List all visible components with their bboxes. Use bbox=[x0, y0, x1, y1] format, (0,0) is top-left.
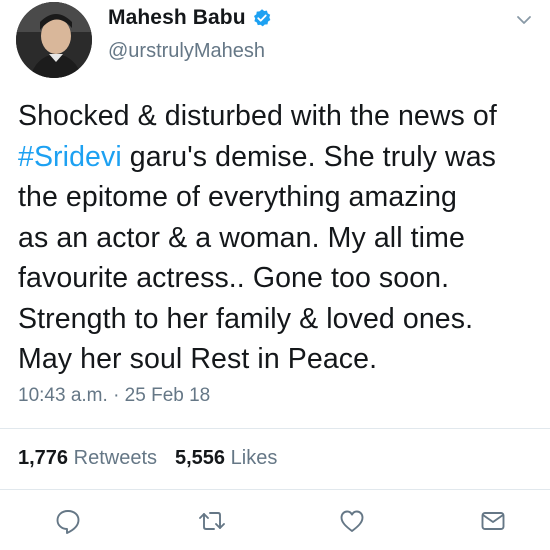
tweet-text-segment: May her soul Rest in Peace. bbox=[18, 343, 378, 375]
tweet-text-line: as an actor & a woman. My all time bbox=[18, 218, 548, 259]
divider bbox=[0, 489, 550, 490]
tweet-text-segment: Shocked & disturbed with the news of bbox=[18, 100, 497, 132]
timestamp-separator: · bbox=[113, 385, 120, 406]
user-handle[interactable]: @urstrulyMahesh bbox=[108, 40, 265, 63]
likes-count: 5,556 bbox=[175, 447, 226, 469]
retweets-label: Retweets bbox=[73, 447, 157, 469]
retweets-stat[interactable]: 1,776 Retweets bbox=[18, 447, 157, 470]
tweet-text-segment: favourite actress.. Gone too soon. bbox=[18, 262, 450, 294]
tweet-actions bbox=[0, 505, 550, 541]
tweet-card: Mahesh Babu @urstrulyMahesh Shocked & di… bbox=[0, 0, 550, 550]
tweet-text-segment: Strength to her family & loved ones. bbox=[18, 302, 474, 335]
likes-stat[interactable]: 5,556 Likes bbox=[175, 447, 277, 470]
tweet-text-line: Strength to her family & loved ones. bbox=[18, 299, 548, 340]
direct-message-icon[interactable] bbox=[477, 505, 509, 537]
name-row: Mahesh Babu bbox=[108, 6, 272, 30]
verified-badge-icon bbox=[252, 8, 272, 28]
tweet-text-segment: garu's demise. She truly was bbox=[121, 140, 497, 173]
reply-icon[interactable] bbox=[52, 505, 84, 537]
tweet-text-line: May her soul Rest in Peace. bbox=[18, 339, 548, 380]
tweet-timestamp[interactable]: 10:43 a.m. · 25 Feb 18 bbox=[18, 385, 210, 407]
avatar[interactable] bbox=[16, 2, 92, 78]
tweet-date: 25 Feb 18 bbox=[124, 385, 211, 406]
tweet-stats: 1,776 Retweets 5,556 Likes bbox=[18, 447, 277, 470]
display-name[interactable]: Mahesh Babu bbox=[108, 6, 246, 30]
chevron-down-icon[interactable] bbox=[514, 10, 534, 30]
retweets-count: 1,776 bbox=[18, 447, 69, 469]
tweet-text-segment: as an actor & a woman. My all time bbox=[18, 221, 465, 254]
tweet-text-line: favourite actress.. Gone too soon. bbox=[18, 258, 548, 299]
tweet-text-segment: the epitome of everything amazing bbox=[18, 181, 457, 213]
likes-label: Likes bbox=[230, 447, 278, 469]
tweet-time: 10:43 a.m. bbox=[18, 385, 108, 406]
divider bbox=[0, 428, 550, 429]
tweet-text-line: Shocked & disturbed with the news of bbox=[18, 96, 548, 137]
retweet-icon[interactable] bbox=[196, 505, 228, 537]
tweet-text: Shocked & disturbed with the news of #Sr… bbox=[18, 96, 548, 380]
tweet-text-line: #Sridevi garu's demise. She truly was bbox=[18, 137, 548, 178]
like-icon[interactable] bbox=[336, 505, 368, 537]
tweet-text-line: the epitome of everything amazing bbox=[18, 177, 548, 218]
hashtag-link[interactable]: #Sridevi bbox=[18, 141, 122, 173]
